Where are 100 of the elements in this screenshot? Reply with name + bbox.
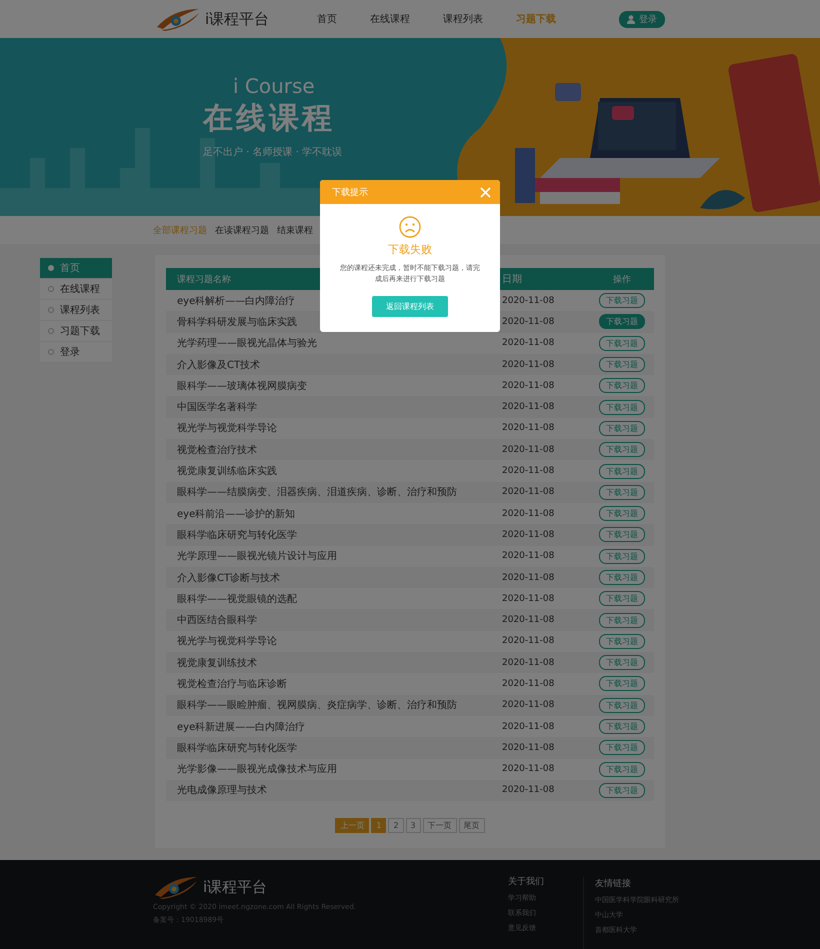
nav-link[interactable]: 首页 bbox=[317, 12, 338, 26]
logo-text: i课程平台 bbox=[203, 878, 268, 896]
logo-text: i课程平台 bbox=[205, 10, 270, 28]
table-cell: eye科前沿——诊护的新知 bbox=[177, 508, 296, 520]
download-button[interactable]: 下载习题 bbox=[599, 378, 645, 394]
table-cell: 中国医学名著科学 bbox=[177, 402, 257, 414]
table-cell-text: 2020-11-08 bbox=[502, 785, 556, 796]
column-header: 课程习题名称 bbox=[177, 274, 231, 284]
banner-subtitle: i Course bbox=[233, 74, 316, 98]
page-button[interactable]: 3 bbox=[406, 818, 421, 834]
download-button[interactable]: 下载习题 bbox=[599, 442, 645, 458]
download-button[interactable]: 下载习题 bbox=[599, 506, 645, 522]
table-cell: 介入影像CT诊断与技术 bbox=[177, 572, 280, 584]
close-icon[interactable] bbox=[480, 186, 491, 198]
table-cell-text: 2020-11-08 bbox=[502, 487, 556, 498]
table-cell: 介入影像及CT技术 bbox=[177, 360, 260, 371]
table-cell-text: 2020-11-08 bbox=[502, 402, 556, 412]
table-cell: 骨科学科研发展与临床实践 bbox=[177, 316, 297, 328]
nav-link[interactable]: 习题下载 bbox=[516, 12, 556, 26]
table-cell-text: 2020-11-08 bbox=[502, 551, 556, 562]
download-button[interactable]: 下载习题 bbox=[599, 420, 645, 436]
table-cell-text: 2020-11-08 bbox=[502, 678, 556, 689]
table-cell-text: 2020-11-08 bbox=[502, 423, 556, 434]
table-cell: 视光学与视觉科学导论 bbox=[177, 423, 277, 434]
download-button[interactable]: 下载习题 bbox=[599, 293, 645, 308]
return-button[interactable]: 返回课程列表 bbox=[372, 296, 448, 317]
table-cell: 视觉康复训练技术 bbox=[177, 658, 257, 669]
table-cell: 眼科学临床研究与转化医学 bbox=[177, 530, 297, 541]
download-button[interactable]: 下载习题 bbox=[599, 464, 645, 479]
download-button[interactable]: 下载习题 bbox=[599, 527, 645, 542]
table-cell-text: 2020-11-08 bbox=[502, 360, 556, 370]
table-cell: 眼科学——视觉眼镜的选配 bbox=[177, 594, 297, 605]
sidebar-item[interactable]: 课程列表 bbox=[40, 300, 112, 321]
table-cell-text: 2020-11-08 bbox=[502, 444, 556, 455]
table-cell: 光学原理——眼视光镜片设计与应用 bbox=[177, 551, 337, 562]
filter-tab[interactable]: 结束课程 bbox=[277, 224, 313, 236]
download-button[interactable]: 下载习题 bbox=[599, 484, 645, 500]
login-button[interactable]: 登录 bbox=[619, 10, 665, 28]
download-button[interactable]: 下载习题 bbox=[599, 655, 645, 670]
sidebar-item[interactable]: 登录 bbox=[40, 342, 112, 363]
column-header: 操作 bbox=[612, 274, 632, 286]
download-button[interactable]: 下载习题 bbox=[599, 634, 645, 649]
table-cell-text: 2020-11-08 bbox=[502, 658, 556, 668]
download-button[interactable]: 下载习题 bbox=[599, 357, 645, 372]
download-button[interactable]: 下载习题 bbox=[599, 570, 645, 585]
page-button[interactable]: 下一页 bbox=[422, 818, 457, 834]
footer-heading: 关于我们 bbox=[508, 876, 545, 888]
eye-logo-icon bbox=[153, 875, 199, 899]
banner-tagline: 足不出户 · 名师授课 · 学不耽误 bbox=[203, 146, 342, 159]
table-cell-text: 2020-11-08 bbox=[502, 296, 556, 306]
page-button[interactable]: 上一页 bbox=[335, 818, 370, 834]
page-button[interactable]: 尾页 bbox=[458, 818, 485, 834]
page-button[interactable]: 2 bbox=[388, 818, 404, 834]
table-cell: 光学药理——眼视光晶体与验光 bbox=[177, 338, 317, 350]
table-cell-text: 2020-11-08 bbox=[502, 722, 556, 732]
filter-tab[interactable]: 全部课程习题 bbox=[153, 224, 207, 236]
download-button[interactable]: 下载习题 bbox=[599, 591, 645, 606]
table-cell-text: 2020-11-08 bbox=[502, 380, 556, 391]
table-cell: 视觉康复训练临床实践 bbox=[177, 466, 277, 478]
table-cell: 眼科学——结膜病变、泪器疾病、泪道疾病、诊断、治疗和预防 bbox=[177, 487, 457, 498]
download-button[interactable]: 下载习题 bbox=[599, 719, 645, 734]
table-cell: 视觉检查治疗技术 bbox=[177, 444, 257, 456]
filter-tab[interactable]: 在读课程习题 bbox=[215, 224, 269, 236]
eye-logo-icon bbox=[155, 7, 201, 31]
download-button[interactable]: 下载习题 bbox=[599, 314, 645, 330]
user-icon bbox=[627, 14, 635, 24]
banner-title: 在线课程 bbox=[203, 100, 336, 138]
table-cell: 眼科学——玻璃体视网膜病变 bbox=[177, 380, 307, 392]
download-button[interactable]: 下载习题 bbox=[599, 612, 645, 628]
page-button[interactable]: 1 bbox=[371, 818, 386, 834]
table-cell: 视光学与视觉科学导论 bbox=[177, 636, 277, 648]
dialog-title: 下载提示 bbox=[332, 186, 368, 198]
sidebar-item[interactable]: 在线课程 bbox=[40, 279, 112, 300]
nav-link[interactable]: 课程列表 bbox=[443, 12, 484, 26]
table-cell-text: 2020-11-08 bbox=[502, 466, 556, 476]
table-cell: 眼科学——眼睑肿瘤、视网膜病、炎症病学、诊断、治疗和预防 bbox=[177, 700, 457, 712]
download-button[interactable]: 下载习题 bbox=[599, 400, 645, 415]
footer-heading: 友情链接 bbox=[595, 878, 632, 890]
table-cell-text: 2020-11-08 bbox=[502, 338, 556, 348]
download-button[interactable]: 下载习题 bbox=[599, 762, 645, 777]
download-button[interactable]: 下载习题 bbox=[599, 548, 645, 564]
table-cell: eye科新进展——白内障治疗 bbox=[177, 722, 306, 733]
column-header: 日期 bbox=[502, 272, 523, 286]
sidebar-item[interactable]: 习题下载 bbox=[40, 321, 112, 342]
download-button[interactable]: 下载习题 bbox=[599, 782, 645, 798]
nav-link[interactable]: 在线课程 bbox=[370, 12, 410, 26]
dialog-heading: 下载失败 bbox=[388, 242, 432, 257]
table-cell: 光学影像——眼视光成像技术与应用 bbox=[177, 764, 337, 776]
sidebar-item[interactable]: 首页 bbox=[40, 258, 112, 279]
table-cell: 中西医结合眼科学 bbox=[177, 615, 257, 626]
download-button[interactable]: 下载习题 bbox=[599, 698, 645, 713]
sad-face-icon bbox=[399, 216, 421, 238]
table-cell-text: 2020-11-08 bbox=[502, 636, 556, 646]
table-cell-text: 2020-11-08 bbox=[502, 742, 556, 753]
download-button[interactable]: 下载习题 bbox=[599, 676, 645, 692]
download-button[interactable]: 下载习题 bbox=[599, 740, 645, 756]
table-cell: 眼科学临床研究与转化医学 bbox=[177, 742, 297, 754]
download-button[interactable]: 下载习题 bbox=[599, 336, 645, 351]
table-cell-text: 2020-11-08 bbox=[502, 700, 556, 710]
table-cell-text: 2020-11-08 bbox=[502, 316, 556, 327]
